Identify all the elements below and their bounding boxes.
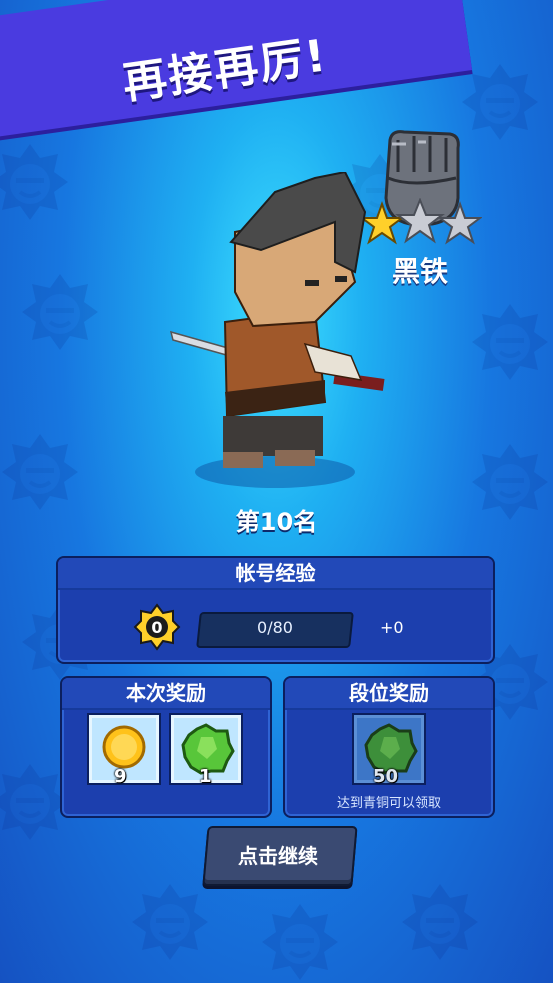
continue-button-label[interactable]: 点击继续 bbox=[205, 840, 351, 869]
match-rewards-title: 本次奖励 bbox=[62, 678, 270, 710]
level-number: 0 bbox=[151, 618, 162, 637]
star-icon-empty bbox=[437, 201, 482, 245]
reward-count-coin: 9 bbox=[114, 766, 127, 787]
placement-text: 第10名 bbox=[235, 508, 318, 536]
rank-reward-count: 50 bbox=[373, 766, 399, 787]
level-badge-icon: 0 bbox=[133, 603, 181, 651]
rank-reward-note: 达到青铜可以领取 bbox=[336, 796, 441, 811]
xp-gain-text: +0 bbox=[380, 618, 404, 637]
xp-progress-text: 0/80 bbox=[257, 618, 293, 637]
rank-rewards-title: 段位奖励 bbox=[285, 678, 493, 710]
reward-count-gem: 1 bbox=[199, 766, 212, 787]
account-xp-title: 帐号经验 bbox=[58, 558, 493, 590]
player-character bbox=[169, 172, 385, 488]
